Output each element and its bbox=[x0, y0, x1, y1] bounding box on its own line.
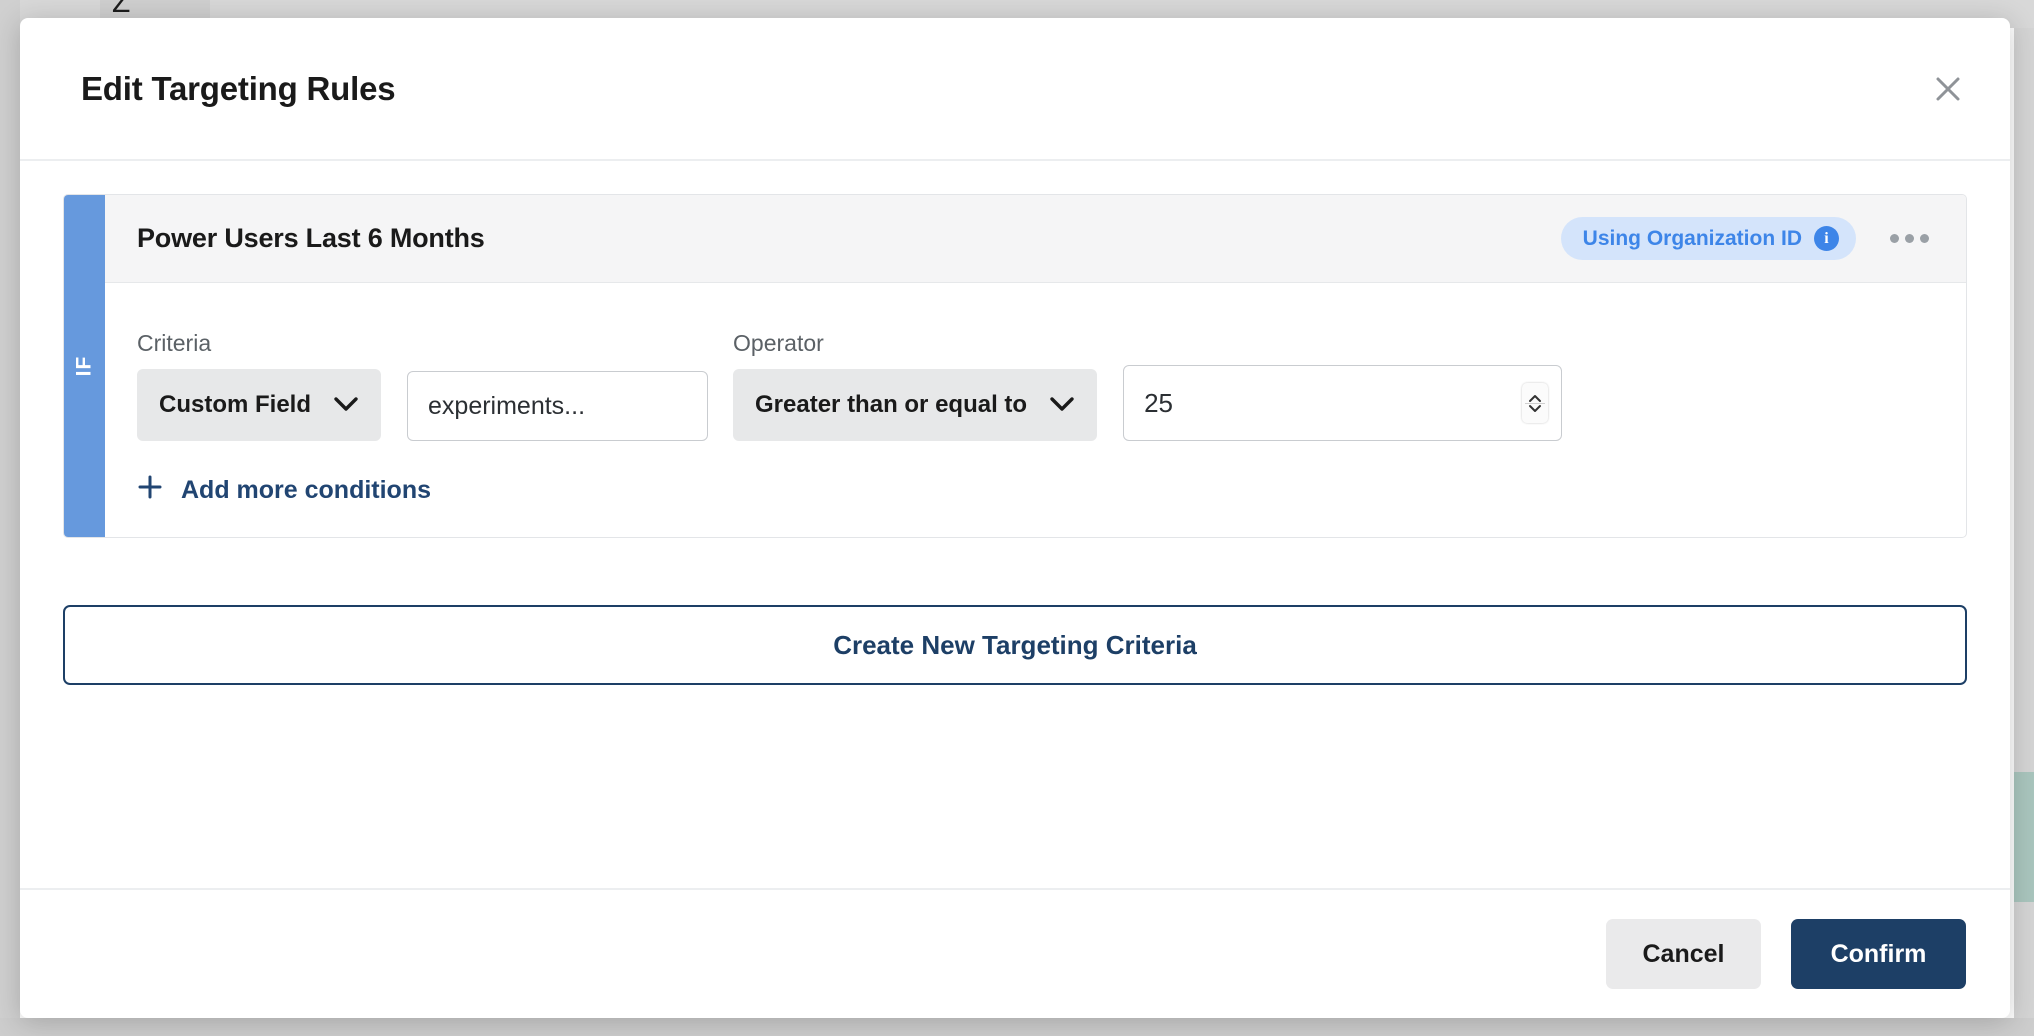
stepper-up-icon[interactable] bbox=[1528, 394, 1542, 403]
page-scrollbar-track[interactable] bbox=[2014, 28, 2034, 1018]
ellipsis-icon[interactable] bbox=[1884, 224, 1935, 253]
criteria-select-value: Custom Field bbox=[159, 391, 312, 418]
rule-header: Power Users Last 6 Months Using Organiza… bbox=[105, 195, 1966, 283]
rule-name: Power Users Last 6 Months bbox=[137, 223, 485, 253]
threshold-input[interactable] bbox=[1123, 365, 1563, 441]
threshold-spacer bbox=[1123, 314, 1562, 351]
stepper-down-icon[interactable] bbox=[1528, 404, 1542, 413]
chevron-down-icon bbox=[1049, 391, 1075, 419]
criteria-label: Criteria bbox=[137, 330, 212, 356]
cancel-button[interactable]: Cancel bbox=[1606, 919, 1761, 989]
chevron-down-icon bbox=[333, 391, 359, 419]
add-more-conditions-label: Add more conditions bbox=[181, 476, 431, 504]
targeting-rule-card: IF Power Users Last 6 Months Using Organ… bbox=[63, 194, 1967, 538]
confirm-button[interactable]: Confirm bbox=[1791, 919, 1966, 989]
edit-targeting-rules-modal: Edit Targeting Rules IF Power Users Last… bbox=[20, 18, 2010, 1018]
close-button[interactable] bbox=[1924, 65, 1972, 113]
modal-body: IF Power Users Last 6 Months Using Organ… bbox=[20, 161, 2010, 888]
background-bottom-strip bbox=[0, 1018, 2034, 1036]
threshold-wrap bbox=[1123, 365, 1563, 441]
close-icon bbox=[1933, 74, 1963, 104]
criteria-field-group bbox=[407, 320, 709, 441]
page-title: Edit Targeting Rules bbox=[81, 69, 396, 107]
plus-icon bbox=[137, 474, 163, 507]
threshold-group bbox=[1123, 314, 1563, 441]
page-scrollbar-thumb[interactable] bbox=[2014, 772, 2034, 902]
modal-header: Edit Targeting Rules bbox=[20, 18, 2010, 161]
rule-if-label: IF bbox=[72, 355, 96, 377]
rule-main: Power Users Last 6 Months Using Organiza… bbox=[105, 195, 1966, 537]
status-badge-label: Using Organization ID bbox=[1582, 226, 1802, 250]
criteria-select[interactable]: Custom Field bbox=[137, 369, 382, 441]
operator-select-value: Greater than or equal to bbox=[755, 391, 1028, 418]
rule-header-actions: Using Organization ID i bbox=[1560, 217, 1935, 260]
operator-label: Operator bbox=[733, 330, 824, 356]
operator-select[interactable]: Greater than or equal to bbox=[733, 369, 1098, 441]
quantity-stepper[interactable] bbox=[1522, 383, 1549, 423]
criteria-field-input[interactable] bbox=[407, 371, 709, 441]
add-more-conditions-button[interactable]: Add more conditions bbox=[137, 474, 431, 507]
background-left-gutter bbox=[0, 0, 20, 1036]
create-new-targeting-criteria-button[interactable]: Create New Targeting Criteria bbox=[63, 605, 1967, 685]
rule-body: Criteria Custom Field experiments... Ope… bbox=[105, 283, 1966, 537]
operator-group: Operator Greater than or equal to bbox=[733, 330, 1098, 441]
criteria-field-spacer bbox=[407, 320, 708, 357]
status-badge[interactable]: Using Organization ID i bbox=[1560, 217, 1856, 260]
modal-footer: Cancel Confirm bbox=[20, 888, 2010, 1018]
background-tab-label: Z bbox=[112, 0, 131, 19]
info-icon[interactable]: i bbox=[1814, 226, 1839, 251]
rule-fields-row: Criteria Custom Field experiments... Ope… bbox=[137, 314, 1934, 441]
criteria-group: Criteria Custom Field bbox=[137, 330, 382, 441]
rule-drag-handle[interactable]: IF bbox=[64, 195, 105, 537]
